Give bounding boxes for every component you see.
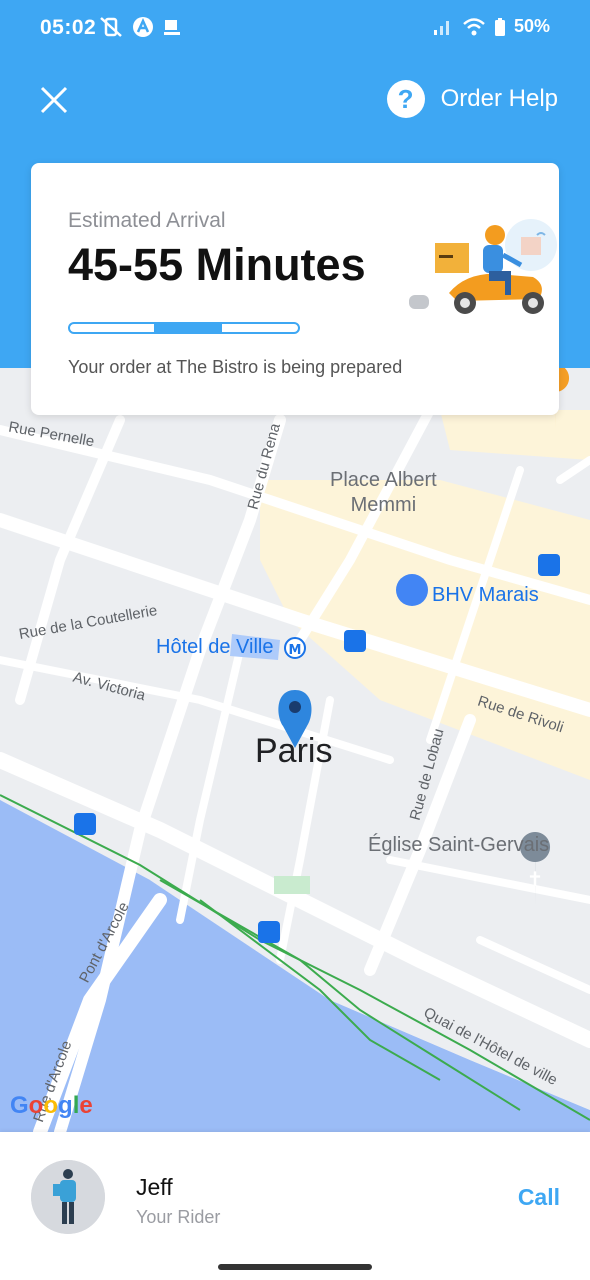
app-a-icon	[133, 17, 153, 37]
order-help-label: Order Help	[440, 85, 558, 112]
eta-label: Estimated Arrival	[68, 209, 226, 232]
rider-avatar-icon	[31, 1160, 105, 1234]
google-logo: Google	[10, 1092, 93, 1119]
hotel-de-ville-label: Hôtel de Ville	[156, 636, 274, 658]
status-bar: 05:02 50%	[0, 0, 590, 56]
svg-text:✝: ✝	[527, 867, 544, 891]
order-progress-bar	[68, 322, 300, 334]
close-icon[interactable]	[36, 82, 72, 118]
help-icon: ?	[386, 80, 425, 118]
signal-icon	[433, 20, 449, 35]
order-status-text: Your order at The Bistro is being prepar…	[68, 357, 403, 377]
map[interactable]: ✝ M Rue Pernelle Rue du Rena Place Alber…	[0, 368, 590, 1132]
wifi-icon	[463, 17, 485, 35]
status-time: 05:02	[40, 16, 97, 39]
bhv-marais-label: BHV Marais	[432, 584, 539, 606]
rider-panel: Jeff Your Rider Call	[0, 1132, 590, 1280]
order-help-button[interactable]: ? Order Help	[386, 80, 558, 118]
cup-icon	[164, 20, 180, 35]
place-albert-memmi-label: Place Albert Memmi	[330, 469, 437, 516]
vibrate-off-icon	[100, 17, 122, 37]
rider-name: Jeff	[136, 1174, 173, 1200]
eta-value: 45-55 Minutes	[68, 239, 366, 290]
battery-icon	[494, 17, 505, 36]
progress-active-segment	[154, 324, 222, 332]
city-label-paris: Paris	[255, 732, 333, 770]
eglise-label: Église Saint-Gervais	[368, 834, 550, 856]
svg-text:M: M	[289, 643, 302, 658]
rider-role: Your Rider	[136, 1207, 221, 1227]
call-button[interactable]: Call	[518, 1184, 560, 1211]
home-indicator[interactable]	[218, 1264, 372, 1270]
eta-card: Estimated Arrival 45-55 Minutes Your ord…	[31, 163, 559, 415]
delivery-scooter-illustration	[409, 219, 557, 314]
rider-avatar	[31, 1160, 105, 1234]
battery-level: 50%	[513, 16, 550, 36]
